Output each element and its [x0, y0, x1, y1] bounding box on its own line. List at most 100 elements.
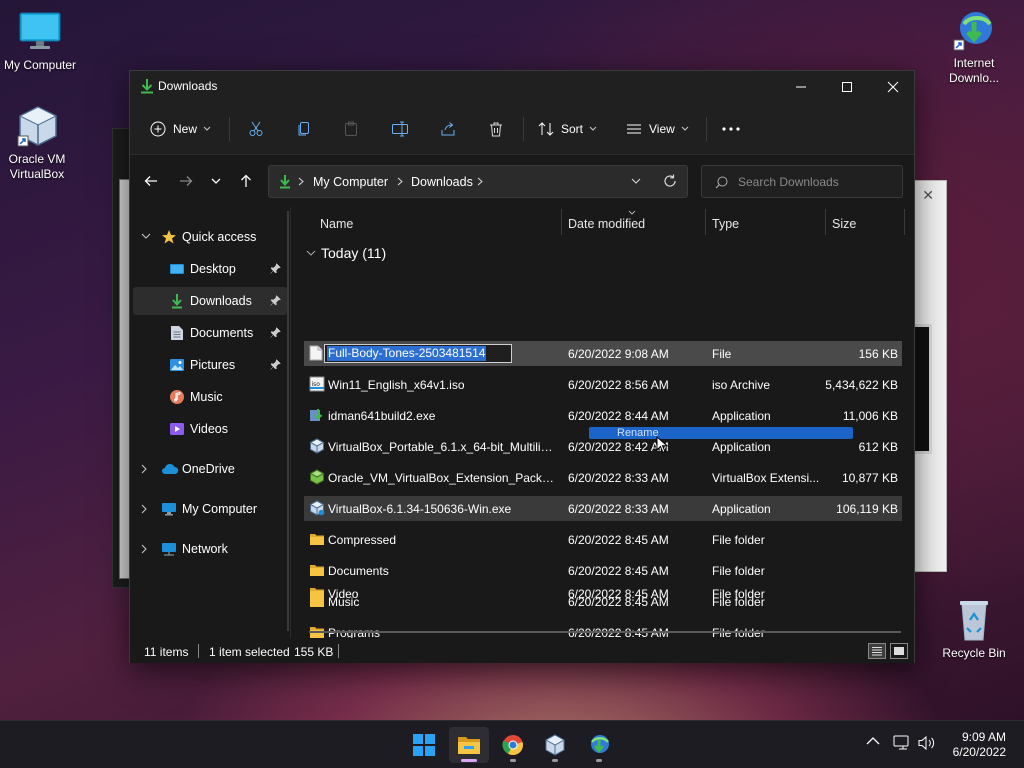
folder-row[interactable]: Video 6/20/2022 8:45 AM File folder — [304, 581, 902, 606]
file-list: Name Date modified Type Size Today (11) … — [298, 207, 910, 640]
sort-arrow-icon — [628, 210, 636, 215]
file-explorer-window: Downloads New Sort View My Computer Down… — [129, 70, 915, 663]
pin-icon[interactable] — [270, 295, 281, 306]
file-size: 106,119 KB — [836, 502, 898, 516]
file-size: 10,877 KB — [841, 471, 898, 485]
more-options-button[interactable] — [722, 117, 740, 141]
nav-onedrive[interactable]: OneDrive — [133, 455, 287, 483]
nav-item-music[interactable]: Music — [133, 383, 287, 411]
rename-button[interactable] — [391, 117, 409, 141]
breadcrumb-downloads[interactable]: Downloads — [411, 175, 473, 189]
nav-label: Desktop — [190, 262, 236, 276]
recent-locations-button[interactable] — [206, 171, 226, 191]
minimize-button[interactable] — [778, 71, 824, 103]
taskbar-internet-download-manager[interactable] — [579, 727, 619, 763]
nav-label: Documents — [190, 326, 254, 340]
nav-label: Music — [190, 390, 223, 404]
nav-item-videos[interactable]: Videos — [133, 415, 287, 443]
desktop-icon — [169, 261, 185, 277]
cut-button[interactable] — [248, 117, 264, 141]
delete-button[interactable] — [488, 117, 504, 141]
file-row[interactable]: Oracle_VM_VirtualBox_Extension_Pack-6...… — [304, 465, 902, 490]
column-header-size[interactable]: Size — [832, 217, 856, 241]
sort-label: Sort — [561, 122, 584, 136]
pin-icon[interactable] — [270, 327, 281, 338]
file-explorer-icon — [457, 735, 481, 755]
show-hidden-icons-button[interactable] — [866, 736, 880, 746]
nav-item-documents[interactable]: Documents — [133, 319, 287, 347]
taskbar-file-explorer[interactable] — [449, 727, 489, 763]
search-icon — [715, 176, 728, 189]
close-button[interactable] — [870, 71, 916, 103]
taskbar-virtualbox[interactable] — [535, 727, 575, 763]
rename-text: Full-Body-Tones-2503481514 — [327, 346, 487, 361]
file-row[interactable]: VirtualBox-6.1.34-150636-Win.exe 6/20/20… — [304, 496, 902, 521]
share-button[interactable] — [440, 117, 456, 141]
chevron-right-icon[interactable] — [141, 464, 148, 474]
file-date: 6/20/2022 8:33 AM — [568, 471, 669, 485]
nav-label: Downloads — [190, 294, 252, 308]
title-bar[interactable]: Downloads — [130, 71, 914, 103]
nav-quick-access[interactable]: Quick access — [133, 223, 287, 251]
search-input[interactable] — [738, 173, 888, 191]
nav-pane-scrollbar[interactable] — [287, 211, 289, 631]
chevron-down-icon[interactable] — [141, 233, 151, 240]
up-button[interactable] — [236, 171, 256, 191]
desktop-icon-virtualbox[interactable]: Oracle VM VirtualBox — [0, 104, 78, 182]
chevron-right-icon[interactable] — [141, 504, 148, 514]
system-clock[interactable]: 9:09 AM 6/20/2022 — [953, 730, 1006, 760]
file-row[interactable]: Full-Body-Tones-2503481514 6/20/2022 9:0… — [304, 341, 902, 366]
large-icons-view-button[interactable] — [890, 643, 908, 659]
sort-button[interactable]: Sort — [538, 117, 597, 141]
folder-row[interactable]: Documents 6/20/2022 8:45 AM File folder — [304, 558, 902, 583]
file-row[interactable]: idman641build2.exe 6/20/2022 8:44 AM App… — [304, 403, 902, 428]
network-icon[interactable] — [893, 735, 911, 751]
desktop-icon-recycle-bin[interactable]: Recycle Bin — [934, 598, 1014, 661]
view-button[interactable]: View — [626, 117, 689, 141]
maximize-button[interactable] — [824, 71, 870, 103]
iso-icon: iso — [309, 376, 325, 392]
nav-network[interactable]: Network — [133, 535, 287, 563]
folder-row[interactable]: Compressed 6/20/2022 8:45 AM File folder — [304, 527, 902, 552]
column-header-date[interactable]: Date modified — [568, 217, 645, 241]
desktop-icon-my-computer[interactable]: My Computer — [0, 10, 80, 73]
chevron-right-icon — [298, 177, 304, 186]
breadcrumb-my-computer[interactable]: My Computer — [313, 175, 388, 189]
file-type: Application — [712, 440, 771, 454]
pin-icon[interactable] — [270, 263, 281, 274]
column-header-type[interactable]: Type — [712, 217, 739, 241]
address-bar[interactable]: My Computer Downloads — [268, 165, 688, 198]
nav-item-desktop[interactable]: Desktop — [133, 255, 287, 283]
close-icon[interactable]: ✕ — [922, 187, 934, 204]
file-type: File — [712, 347, 732, 361]
column-header-name[interactable]: Name — [320, 217, 353, 241]
nav-item-pictures[interactable]: Pictures — [133, 351, 287, 379]
volume-icon[interactable] — [918, 735, 936, 751]
copy-button[interactable] — [296, 117, 312, 141]
chevron-down-icon[interactable] — [631, 178, 641, 185]
pin-icon[interactable] — [270, 359, 281, 370]
paste-button[interactable] — [343, 117, 359, 141]
desktop-icon-internet-download-manager[interactable]: Internet Downlo... — [934, 8, 1014, 86]
download-icon — [171, 293, 187, 309]
search-box[interactable] — [701, 165, 903, 198]
nav-item-downloads[interactable]: Downloads — [133, 287, 287, 315]
back-button[interactable] — [141, 171, 161, 191]
group-header-today[interactable]: Today (11) — [306, 245, 386, 261]
file-type: Application — [712, 502, 771, 516]
mouse-cursor — [656, 436, 668, 454]
file-date: 6/20/2022 8:42 AM — [568, 440, 669, 454]
chevron-right-icon[interactable] — [141, 544, 148, 554]
horizontal-scrollbar[interactable] — [309, 631, 901, 633]
new-button[interactable]: New — [150, 117, 211, 141]
star-icon — [161, 229, 177, 245]
start-button[interactable] — [404, 727, 444, 763]
file-size: 612 KB — [858, 440, 898, 454]
forward-button[interactable] — [176, 171, 196, 191]
refresh-icon[interactable] — [663, 174, 677, 188]
chevron-down-icon — [306, 250, 316, 257]
taskbar-chrome[interactable] — [493, 727, 533, 763]
nav-my-computer[interactable]: My Computer — [133, 495, 287, 523]
details-view-button[interactable] — [868, 643, 886, 659]
file-row[interactable]: iso Win11_English_x64v1.iso 6/20/2022 8:… — [304, 372, 902, 397]
